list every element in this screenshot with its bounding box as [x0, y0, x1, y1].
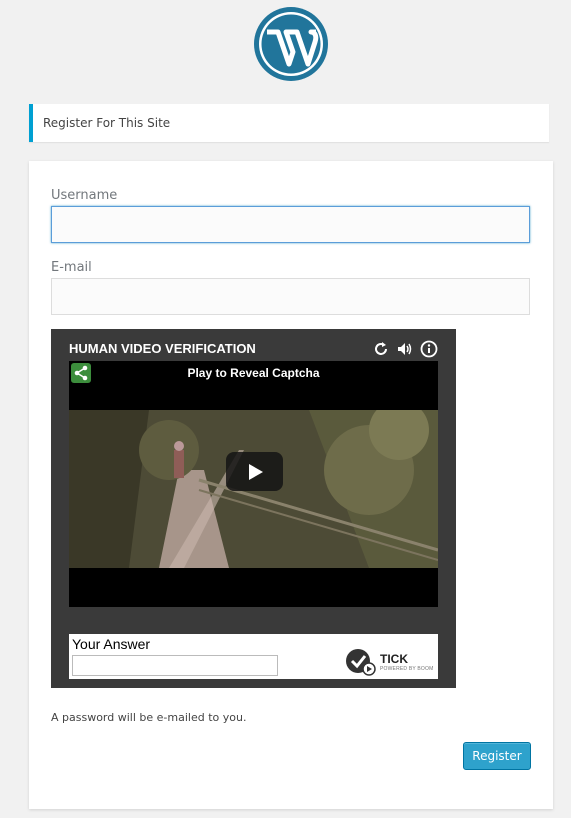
answer-label: Your Answer [72, 636, 151, 652]
captcha-video[interactable]: Play to Reveal Captcha [69, 361, 438, 607]
tick-brand-subtitle: POWERED BY BOOM [380, 666, 434, 672]
captcha-title: HUMAN VIDEO VERIFICATION [69, 341, 256, 356]
email-input[interactable] [51, 278, 530, 315]
register-button[interactable]: Register [463, 742, 531, 770]
refresh-icon[interactable] [372, 340, 390, 358]
register-message: Register For This Site [29, 104, 549, 142]
wordpress-logo-icon[interactable] [253, 6, 329, 82]
username-input[interactable] [51, 206, 530, 243]
password-note: A password will be e-mailed to you. [51, 711, 247, 724]
username-label: Username [51, 188, 118, 203]
email-label: E-mail [51, 260, 92, 275]
captcha-toolbar [372, 340, 438, 358]
speaker-icon[interactable] [396, 340, 414, 358]
tick-check-icon [346, 649, 376, 676]
registration-form: Username E-mail HUMAN VIDEO VERIFICATION… [29, 161, 553, 809]
play-icon[interactable] [226, 452, 283, 491]
info-icon[interactable] [420, 340, 438, 358]
tick-brand-name: TICK [380, 652, 408, 666]
tick-brand-logo[interactable]: TICK POWERED BY BOOM [345, 648, 435, 676]
video-caption: Play to Reveal Captcha [187, 366, 320, 380]
video-captcha-widget: HUMAN VIDEO VERIFICATION Play to Reveal … [51, 329, 456, 688]
captcha-answer-input[interactable] [72, 655, 278, 676]
answer-area: Your Answer TICK POWERED BY BOOM [69, 634, 438, 679]
